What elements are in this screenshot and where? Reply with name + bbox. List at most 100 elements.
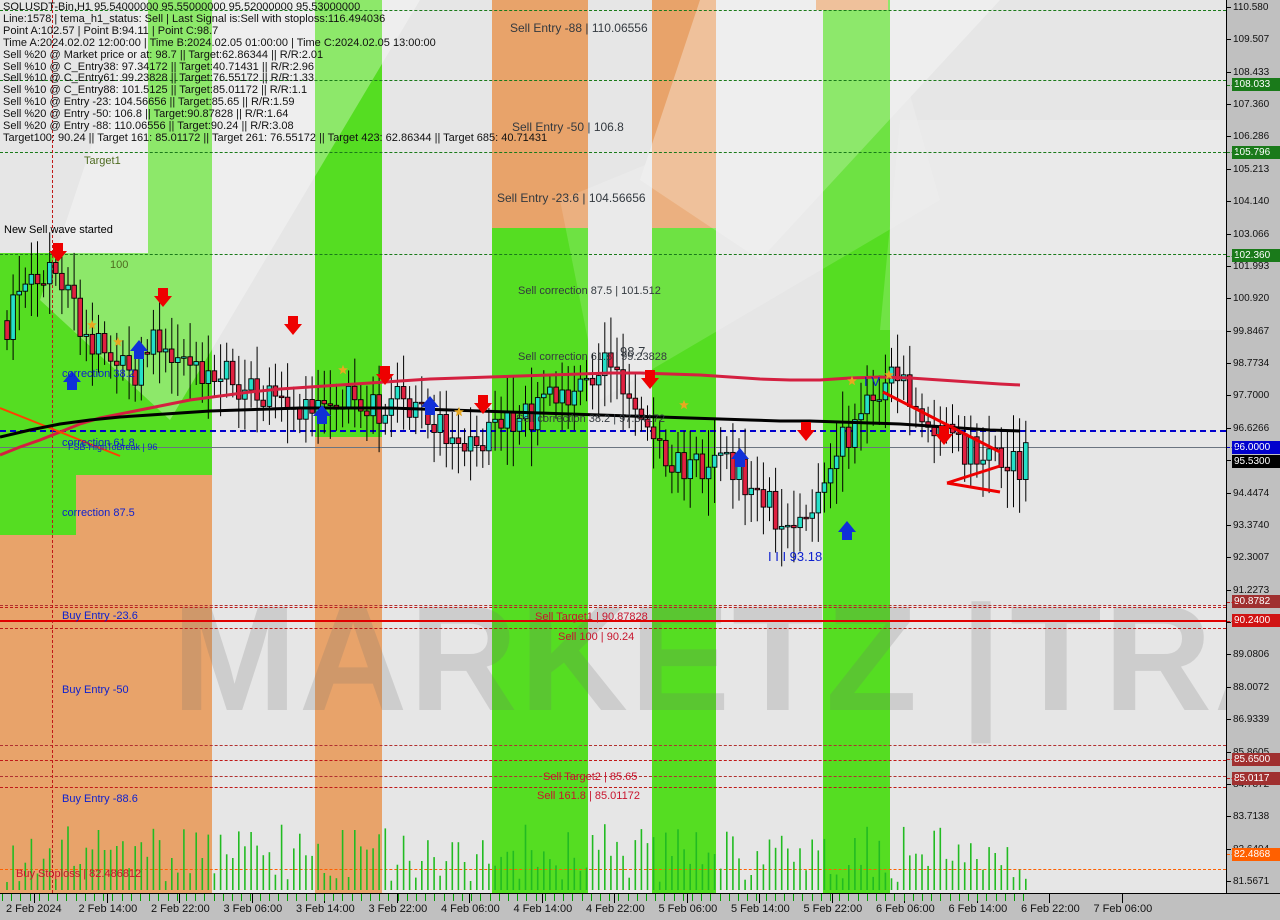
time-minor-tick [112,894,113,901]
candle-body [382,414,388,424]
candle-body [803,516,809,520]
time-minor-tick [812,894,813,901]
candle-body [687,459,693,480]
candle-body [156,329,163,353]
time-minor-tick [931,894,932,901]
price-badge-dash [1227,84,1239,86]
candle-body [150,329,157,355]
candle-body [498,418,504,429]
time-minor-tick [784,894,785,901]
candle-body [46,262,53,285]
annotation-correction-382: correction 38.2 [62,368,135,380]
candle-body [162,348,169,353]
candle-body [309,399,315,414]
annotation-sell-target1: Sell Target1 | 90.87828 [535,611,648,623]
candle-body [419,401,425,405]
time-minor-tick [407,894,408,901]
candle-body [95,333,102,355]
time-minor-tick [885,894,886,901]
time-tick-mark [469,894,470,903]
time-minor-tick [729,894,730,901]
candle-body [65,284,71,291]
candle-body [681,452,687,480]
price-badge-dash [1227,778,1239,780]
time-tick-mark [251,894,253,903]
candle-body [486,421,492,452]
time-minor-tick [352,894,353,901]
candle-body [327,403,334,406]
time-minor-tick [204,894,205,901]
time-minor-tick [894,894,895,901]
price-tick: 81.5671 [1227,876,1280,888]
price-badge: 96.0000 [1232,440,1280,454]
candle-body [53,262,59,274]
time-minor-tick [1023,894,1024,901]
candle-body [833,455,840,470]
price-tick: 94.4474 [1227,488,1280,500]
candle-body [40,283,47,286]
candle-body [10,294,16,340]
candle-body [595,375,602,386]
chart-info-header: SOLUSDT-Bin,H1 95.54000000 95.55000000 9… [3,1,547,145]
candle-body [345,385,352,409]
price-tick: 92.3007 [1227,552,1280,564]
time-minor-tick [306,894,307,901]
time-axis[interactable]: 2 Feb 2024 2 Feb 14:00 2 Feb 22:00 3 Feb 06… [0,893,1280,920]
annotation-buy-entry-50: Buy Entry -50 [62,684,129,696]
price-tick: 108.433 [1227,67,1280,79]
candle-body [565,389,571,406]
time-minor-tick [85,894,86,901]
candle-body [248,378,254,391]
candle-body [34,273,41,285]
time-minor-tick [398,894,399,901]
time-minor-tick [508,894,509,901]
sell-arrow-icon [154,288,172,307]
candle-body [22,283,29,292]
time-minor-tick [66,894,67,901]
candle-body [217,378,224,382]
candle-body [321,400,327,405]
candle-body [748,487,754,496]
annotation-new-sell-wave: New Sell wave started [4,224,113,236]
price-tick: 89.0806 [1227,649,1280,661]
time-minor-tick [655,894,656,901]
time-minor-tick [462,894,463,901]
time-minor-tick [1014,894,1015,901]
time-minor-tick [76,894,77,901]
time-minor-tick [554,894,555,901]
time-tick-label: 6 Feb 22:00 [1021,903,1080,915]
price-tick: 109.507 [1227,34,1280,46]
candle-body [1010,451,1017,472]
candle-body [785,524,791,528]
time-minor-tick [48,894,49,901]
annotation-wave-iv: I V [864,374,880,389]
candle-body [205,370,212,384]
candle-body [968,436,974,465]
chart-plot-area[interactable]: MARKETZ | TRADE [0,0,1227,893]
wedge-lower-trendline-2 [946,481,1001,494]
price-tick: 110.580 [1227,2,1280,14]
time-minor-tick [738,894,739,901]
annotation-correction-875: correction 87.5 [62,507,135,519]
time-tick-mark [34,894,35,903]
candle-body [791,524,797,529]
candle-body [778,525,785,530]
candle-body [211,370,218,382]
time-minor-tick [996,894,997,901]
candle-body [101,333,108,354]
time-tick-label: 3 Feb 14:00 [296,903,355,915]
candle-body [4,320,10,340]
time-minor-tick [839,894,840,901]
time-tick-label: 2 Feb 22:00 [151,903,210,915]
time-minor-tick [425,894,426,901]
time-minor-tick [600,894,601,901]
time-tick-mark [614,894,615,903]
annotation-sell-1618: Sell 161.8 | 85.01172 [537,790,640,802]
price-axis[interactable]: 110.580 109.507 108.433 107.360 106.286 105.2… [1227,0,1280,893]
candle-body [473,436,480,447]
candle-body [797,516,803,529]
candle-body [260,399,266,407]
candle-body [821,482,828,493]
candle-body [717,452,724,456]
time-minor-tick [490,894,491,901]
